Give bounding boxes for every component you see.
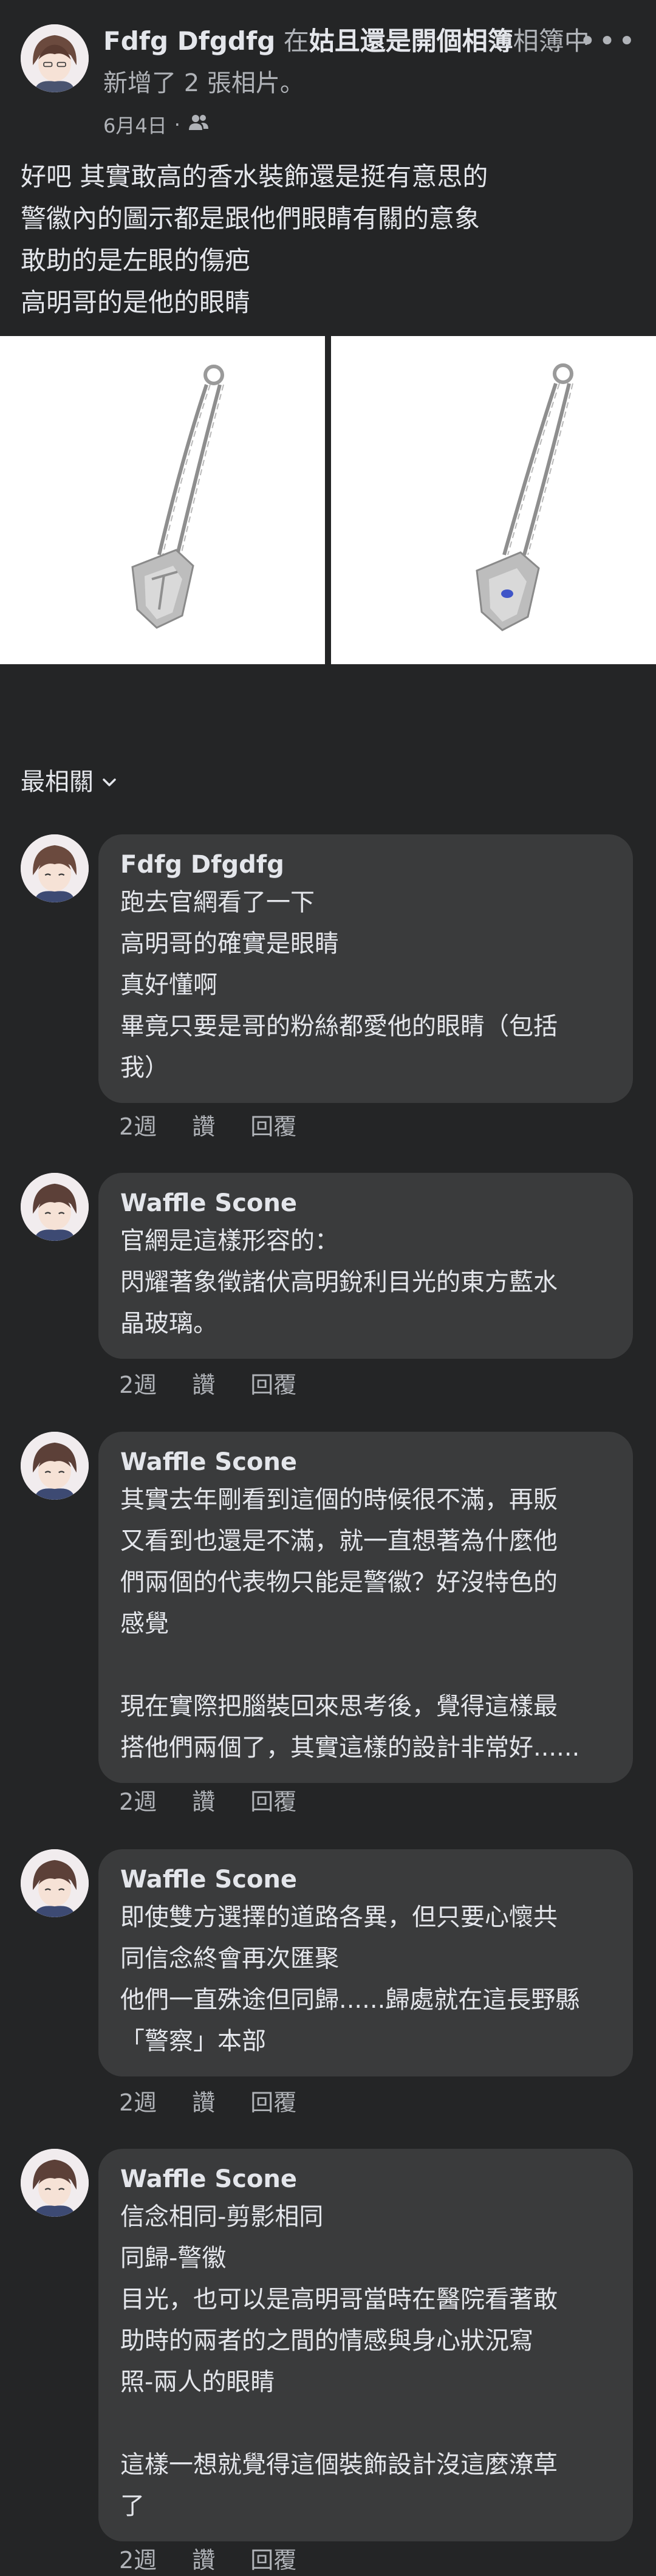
post-text: 好吧 其實敢高的香水裝飾還是挺有意思的 警徽內的圖示都是跟他們眼睛有關的意象 敢… [21,156,634,323]
comment-time[interactable]: 2週 [119,1108,157,1141]
comment-text-line: 他們一直殊途但同歸......歸處就在這長野縣 [120,1986,580,2014]
friends-icon [188,113,210,136]
comment-text-line: 「警察」本部 [120,2027,266,2055]
post-author-line: Fdfg Dfgdfg 在姑且還是開個相簿相簿中 [103,24,590,58]
commenter-avatar[interactable] [21,2149,89,2217]
sort-label: 最相關 [21,768,94,796]
post-text-line: 高明哥的是他的眼睛 [21,287,251,317]
commenter-avatar[interactable] [21,1849,89,1917]
commenter-avatar[interactable] [21,1173,89,1241]
commenter-name[interactable]: Waffle Scone [120,1863,611,1897]
comment-bubble: Waffle Scone 即使雙方選擇的道路各異，但只要心懷共 同信念終會再次匯聚他… [98,1849,633,2076]
chevron-down-icon [102,766,117,794]
comment-time[interactable]: 2週 [119,1783,157,1816]
comment-actions: 2週 讚 回覆 [119,1783,296,1816]
post-date-separator: · [174,113,180,136]
comment-text-line: 真好懂啊 [120,971,217,999]
photo-grid [0,336,656,664]
comment-text-line: 閃耀著象徵諸伏高明銳利目光的東方藍水 [120,1268,558,1296]
commenter-name[interactable]: Fdfg Dfgdfg [120,848,611,882]
comment-text-line: 即使雙方選擇的道路各異，但只要心懷共 [120,1903,558,1931]
more-options-icon[interactable]: ••• [579,24,638,58]
comment-bubble: Waffle Scone 信念相同-剪影相同 同歸-警徽目光，也可以是高明哥當時在醫… [98,2149,633,2541]
photo-1[interactable] [0,336,325,664]
comment-text-line: 同信念終會再次匯聚 [120,1945,339,1973]
post-text-line: 警徽內的圖示都是跟他們眼睛有關的意象 [21,204,480,233]
comment-text-line: 了 [120,2492,145,2520]
comment-text-line: 感覺 [120,1610,169,1638]
comment-text-line: 們兩個的代表物只能是警徽？好沒特色的 [120,1568,558,1596]
comment-time[interactable]: 2週 [119,2084,157,2117]
comment-text-line: 高明哥的確實是眼睛 [120,930,339,958]
comment-text-line: 其實去年剛看到這個的時候很不滿，再販 [120,1486,558,1514]
comment-text-line: 這樣一想就覺得這個裝飾設計沒這麼潦草 [120,2451,558,2479]
commenter-avatar[interactable] [21,1432,89,1500]
commenter-name[interactable]: Waffle Scone [120,1186,611,1220]
commenter-name[interactable]: Waffle Scone [120,2162,611,2196]
post-header: Fdfg Dfgdfg 在姑且還是開個相簿相簿中 新增了 2 張相片。 6月4日… [0,0,656,340]
comment-actions: 2週 讚 回覆 [119,2541,296,2575]
comment-time[interactable]: 2週 [119,2541,157,2575]
comment-actions: 2週 讚 回覆 [119,1366,296,1400]
like-button[interactable]: 讚 [192,1108,215,1141]
post-text-line: 敢助的是左眼的傷疤 [21,246,251,275]
post-meta: 6月4日 · [103,111,210,139]
author-avatar[interactable] [21,24,89,92]
comment-bubble: Waffle Scone 官網是這樣形容的： 閃耀著象徵諸伏高明銳利目光的東方藍水晶… [98,1173,633,1359]
reply-button[interactable]: 回覆 [250,2084,296,2117]
comment-text-line: 現在實際把腦裝回來思考後，覺得這樣最 [120,1692,558,1720]
comment-text-line: 同歸-警徽 [120,2244,227,2272]
reply-button[interactable]: 回覆 [250,1783,296,1816]
reply-button[interactable]: 回覆 [250,1108,296,1141]
comment-time[interactable]: 2週 [119,1366,157,1400]
post-text-line: 好吧 其實敢高的香水裝飾還是挺有意思的 [21,162,488,191]
comment-text-line: 跑去官網看了一下 [120,888,315,916]
comment-sort-dropdown[interactable]: 最相關 [21,762,117,797]
like-button[interactable]: 讚 [192,1366,215,1400]
comment-text-line: 目光，也可以是高明哥當時在醫院看著敢 [120,2286,558,2313]
comment-text-line: 我） [120,1054,169,1082]
comment-text-line: 晶玻璃。 [120,1310,217,1338]
comment-text-line: 助時的兩者的之間的情感與身心狀況寫 [120,2327,533,2355]
comment-text-line: 照-兩人的眼睛 [120,2368,275,2396]
comment-blank-line [120,1644,611,1686]
commenter-name[interactable]: Waffle Scone [120,1445,611,1479]
like-button[interactable]: 讚 [192,1783,215,1816]
reply-button[interactable]: 回覆 [250,1366,296,1400]
reply-button[interactable]: 回覆 [250,2541,296,2575]
comment-text-line: 官網是這樣形容的： [120,1227,339,1255]
comment-text-line: 信念相同-剪影相同 [120,2203,324,2231]
post-author-name[interactable]: Fdfg Dfgdfg [103,26,275,56]
like-button[interactable]: 讚 [192,2084,215,2117]
comment-bubble: Fdfg Dfgdfg 跑去官網看了一下 高明哥的確實是眼睛 真好懂啊畢竟只要是哥的粉… [98,834,633,1103]
post-in-word: 在 [283,26,309,56]
comment-text-line: 又看到也還是不滿，就一直想著為什麼他 [120,1527,558,1555]
comment-text-line: 畢竟只要是哥的粉絲都愛他的眼睛（包括 [120,1012,558,1040]
like-button[interactable]: 讚 [192,2541,215,2575]
comment-actions: 2週 讚 回覆 [119,1108,296,1141]
post-album-link[interactable]: 姑且還是開個相簿 [309,26,513,56]
commenter-avatar[interactable] [21,834,89,902]
comment-text-line: 搭他們兩個了，其實這樣的設計非常好...... [120,1734,580,1762]
comment-bubble: Waffle Scone 其實去年剛看到這個的時候很不滿，再販 又看到也還是不滿，就… [98,1432,633,1783]
post-date[interactable]: 6月4日 [103,111,167,139]
photo-2[interactable] [331,336,656,664]
comment-blank-line [120,2403,611,2444]
comment-actions: 2週 讚 回覆 [119,2084,296,2117]
post-added-photos: 新增了 2 張相片。 [103,69,304,97]
post-album-suffix: 相簿中 [513,26,590,56]
